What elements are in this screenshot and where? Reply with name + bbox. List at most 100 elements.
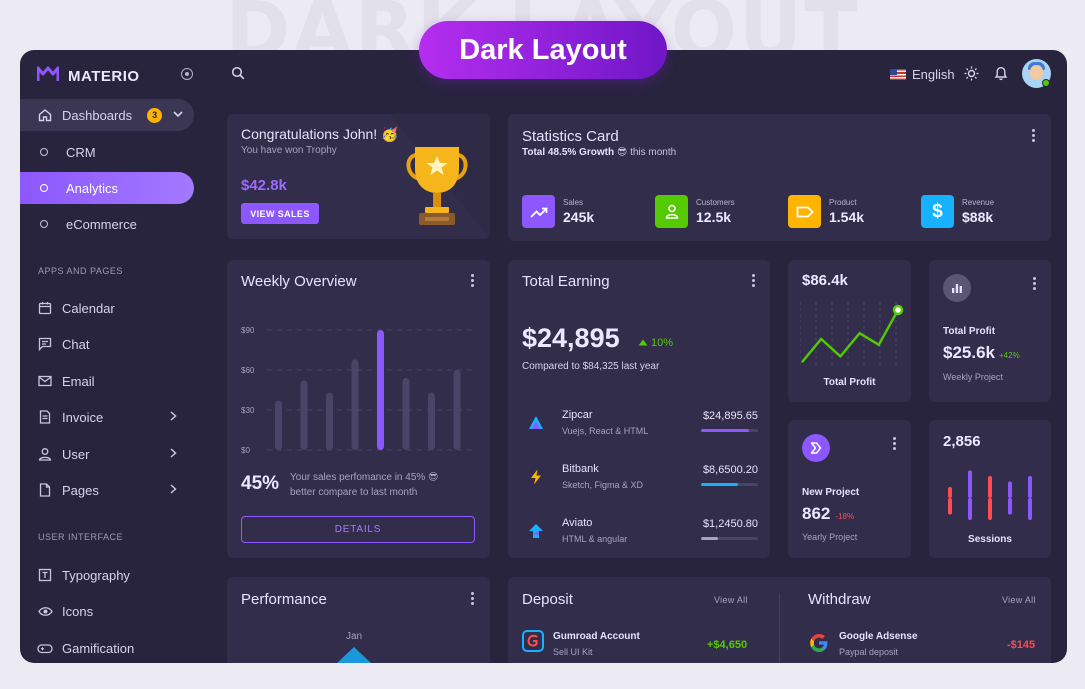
brand[interactable]: MATERIO — [36, 66, 140, 87]
dollar-icon: $ — [921, 195, 954, 228]
total-profit-card: Total Profit $25.6k +42% Weekly Project — [929, 260, 1051, 402]
section-heading-apps: APPS AND PAGES — [38, 266, 123, 276]
more-vertical-icon[interactable] — [752, 274, 756, 287]
user-icon — [37, 446, 53, 462]
bar — [300, 380, 308, 450]
sidebar-item-calendar[interactable]: Calendar — [20, 292, 115, 324]
bitbank-logo-icon — [527, 468, 545, 486]
chevron-right-icon — [170, 448, 177, 461]
y-tick-label: $60 — [241, 366, 255, 375]
earning-row-amount: $1,2450.80 — [702, 518, 758, 530]
earning-row-sub: Sketch, Figma & XD — [562, 480, 644, 490]
weekly-percent: 45% — [241, 473, 280, 494]
sidebar-item-typography[interactable]: Typography — [20, 559, 130, 591]
bar — [453, 370, 461, 450]
y-tick-label: $30 — [241, 406, 255, 415]
more-vertical-icon[interactable] — [471, 274, 475, 287]
more-vertical-icon[interactable] — [1032, 129, 1036, 142]
earning-row-name: Zipcar — [562, 409, 593, 421]
sidebar-item-label: Dashboards — [62, 107, 133, 123]
arrow-up-icon — [638, 337, 648, 349]
total-profit-value-row: $25.6k +42% — [943, 343, 1020, 363]
sidebar-toggle-icon[interactable] — [181, 68, 193, 80]
sidebar-item-dashboards[interactable]: Dashboards 3 — [20, 99, 194, 131]
more-vertical-icon[interactable] — [471, 592, 475, 605]
sidebar-item-pages[interactable]: Pages — [20, 474, 99, 506]
growth-period: this month — [630, 147, 677, 158]
bar-chart-icon — [943, 274, 971, 302]
circle-icon — [40, 220, 48, 228]
language-selector[interactable]: English — [890, 67, 955, 82]
zipcar-logo-icon — [527, 414, 545, 432]
performance-card: Performance Jan — [227, 577, 490, 663]
congrats-title: Congratulations John! 🥳 — [241, 126, 399, 142]
typography-icon — [37, 567, 53, 583]
earning-row-amount: $24,895.65 — [702, 410, 758, 422]
stat-value: $88k — [962, 209, 994, 225]
sidebar-item-user[interactable]: User — [20, 438, 89, 470]
bar — [1008, 498, 1012, 515]
stat-sales: Sales 245k — [522, 195, 594, 228]
sidebar-item-icons[interactable]: Icons — [20, 595, 93, 627]
sidebar-item-gamification[interactable]: Gamification — [20, 632, 134, 663]
new-project-change: -18% — [835, 512, 855, 521]
chat-icon — [37, 336, 53, 352]
bar — [402, 378, 410, 450]
deposit-withdraw-card: Deposit View All Gumroad Account Sell UI… — [508, 577, 1051, 663]
bar — [948, 487, 952, 498]
chevron-down-icon — [173, 110, 183, 121]
more-vertical-icon[interactable] — [893, 437, 897, 450]
withdraw-title: Withdraw — [808, 591, 871, 608]
total-profit-change: +42% — [999, 351, 1020, 360]
withdraw-view-all-link[interactable]: View All — [1002, 595, 1036, 605]
file-icon — [37, 482, 53, 498]
series-line — [801, 309, 900, 363]
google-logo-icon — [808, 632, 830, 659]
stat-revenue: $ Revenue $88k — [921, 195, 994, 228]
online-status-dot — [1042, 79, 1050, 87]
circle-icon — [40, 148, 48, 156]
weekly-bar-chart: $90 $60 $30 $0 — [241, 326, 473, 455]
earning-row-bitbank: Bitbank Sketch, Figma & XD $8,6500.20 — [522, 461, 758, 501]
sessions-label: Sessions — [968, 534, 1012, 545]
deposit-view-all-link[interactable]: View All — [714, 595, 748, 605]
section-heading-ui: USER INTERFACE — [38, 532, 124, 542]
earning-progress-fill — [701, 537, 719, 540]
search-icon[interactable] — [231, 66, 245, 85]
more-vertical-icon[interactable] — [1033, 277, 1037, 290]
bell-icon[interactable] — [994, 65, 1008, 86]
radar-chart-top — [337, 647, 371, 663]
sidebar-item-ecommerce[interactable]: eCommerce — [20, 208, 194, 240]
divider — [779, 593, 780, 663]
y-tick-label: $0 — [241, 446, 250, 455]
sidebar-item-label: Icons — [62, 603, 94, 619]
bar — [351, 359, 359, 450]
weekly-text-line2: better compare to last month — [290, 487, 418, 498]
view-sales-button[interactable]: VIEW SALES — [241, 203, 319, 224]
sessions-bar-chart — [948, 470, 1032, 520]
total-profit-sub: Weekly Project — [943, 372, 1003, 382]
sidebar-item-email[interactable]: Email — [20, 365, 95, 397]
bar — [1008, 481, 1012, 498]
new-project-value: 862 — [802, 504, 831, 523]
sidebar-item-crm[interactable]: CRM — [20, 136, 194, 168]
point — [892, 304, 904, 316]
sidebar-item-chat[interactable]: Chat — [20, 328, 89, 360]
sidebar-item-invoice[interactable]: Invoice — [20, 401, 103, 433]
details-button[interactable]: DETAILS — [241, 516, 475, 543]
sidebar-item-label: CRM — [66, 144, 96, 160]
total-profit-value: $25.6k — [943, 343, 995, 362]
performance-title: Performance — [241, 591, 327, 608]
new-project-label: New Project — [802, 487, 860, 498]
stat-label: Customers — [696, 198, 735, 207]
project-icon — [802, 434, 830, 462]
statistics-card: Statistics Card Total 48.5% Growth 😎 thi… — [508, 114, 1051, 241]
earning-change-value: 10% — [651, 337, 674, 349]
earning-row-amount: $8,6500.20 — [702, 464, 758, 476]
sidebar-item-analytics[interactable]: Analytics — [20, 172, 194, 204]
sun-icon[interactable] — [964, 66, 979, 86]
stat-label: Product — [829, 198, 857, 207]
dark-layout-banner: Dark Layout — [419, 21, 667, 79]
details-label: DETAILS — [334, 524, 382, 535]
y-tick-label: $90 — [241, 326, 255, 335]
